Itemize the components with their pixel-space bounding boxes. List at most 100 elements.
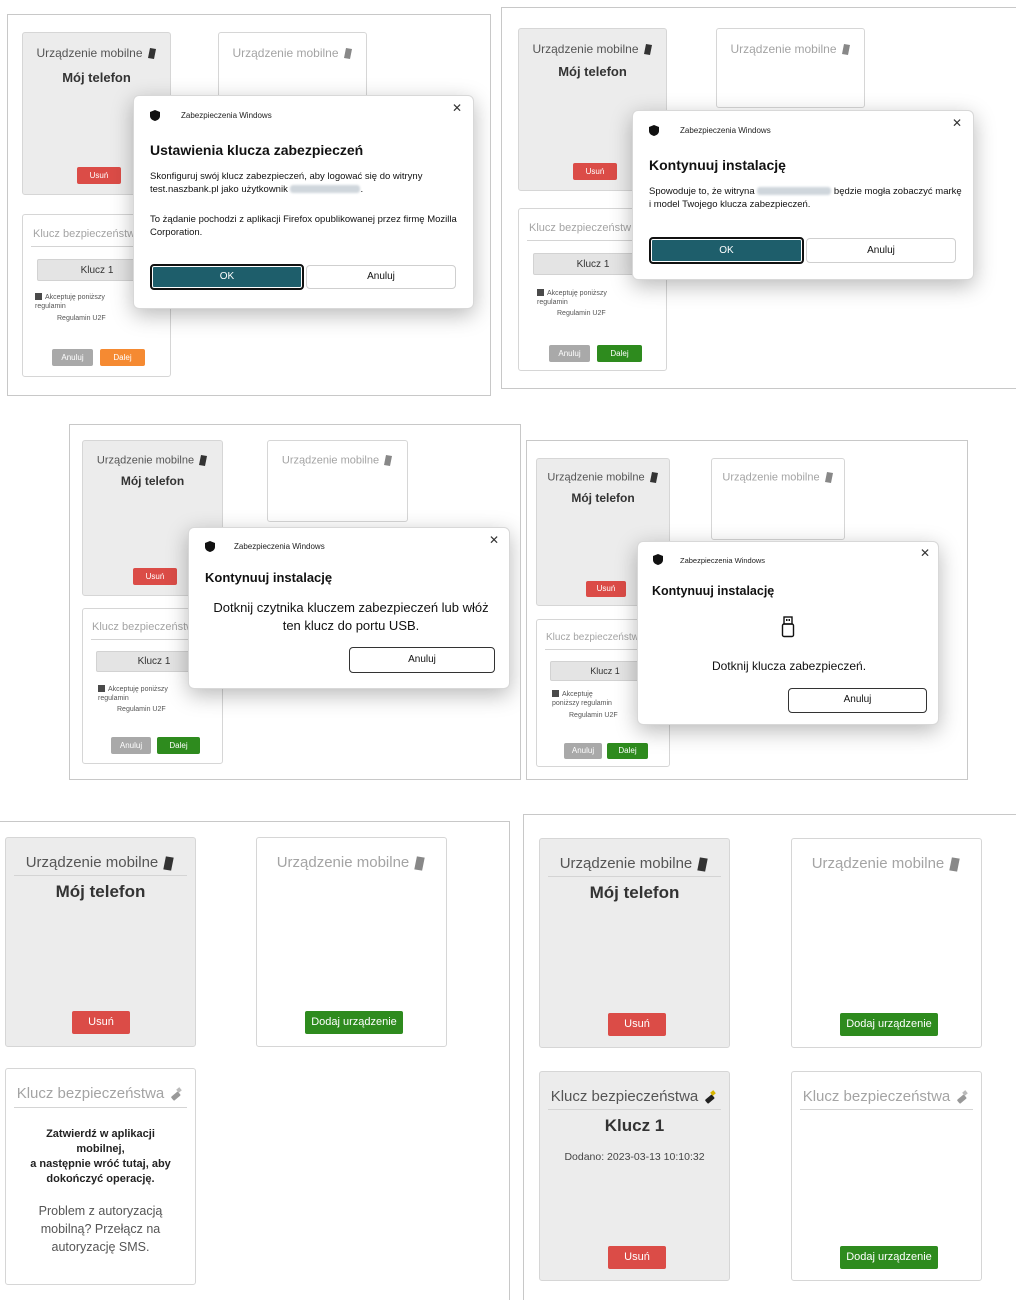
- card-title: Urządzenie mobilne: [559, 855, 693, 872]
- windows-security-dialog: Zabezpieczenia Windows ✕ Kontynuuj insta…: [637, 541, 939, 725]
- checkbox-icon[interactable]: [552, 690, 559, 697]
- close-icon[interactable]: ✕: [452, 101, 462, 115]
- card-title: Urządzenie mobilne: [547, 471, 645, 484]
- phone-icon: [147, 48, 156, 60]
- accept-terms-checkbox[interactable]: Akceptuję poniższy regulamin: [98, 685, 168, 703]
- cancel-button[interactable]: Anuluj: [306, 265, 456, 289]
- device-name: Mój telefon: [55, 882, 146, 901]
- device-name: Mój telefon: [120, 474, 185, 488]
- mobile-device-card: Urządzenie mobilne Mój telefon Usuń: [539, 838, 730, 1048]
- phone-icon: [384, 455, 393, 466]
- cancel-button[interactable]: Anuluj: [549, 345, 590, 362]
- shield-icon: [150, 110, 160, 121]
- added-date: Dodano: 2023-03-13 10:10:32: [564, 1151, 705, 1163]
- switch-to-sms-link[interactable]: Problem z autoryzacją mobilną? Przełącz …: [6, 1202, 195, 1256]
- usb-key-icon: [171, 1087, 183, 1101]
- cancel-button[interactable]: Anuluj: [564, 743, 602, 759]
- phone-icon: [649, 472, 658, 483]
- security-key-card: Klucz bezpieczeństwa Klucz 1 Dodano: 202…: [539, 1071, 730, 1281]
- card-title: Urządzenie mobilne: [722, 471, 820, 484]
- add-device-button[interactable]: Dodaj urządzenie: [305, 1011, 403, 1034]
- terms-link[interactable]: Regulamin U2F: [569, 712, 618, 719]
- remove-button[interactable]: Usuń: [133, 568, 177, 585]
- shield-icon: [649, 125, 659, 136]
- next-button[interactable]: Dalej: [607, 743, 648, 759]
- usb-key-icon: [957, 1090, 969, 1104]
- screenshot-panel-5: Urządzenie mobilne Mój telefon Usuń Urzą…: [0, 821, 510, 1300]
- close-icon[interactable]: ✕: [952, 116, 962, 130]
- dialog-text-2: To żądanie pochodzi z aplikacji Firefox …: [150, 214, 457, 238]
- next-button[interactable]: Dalej: [157, 737, 200, 754]
- windows-security-dialog: Zabezpieczenia Windows ✕ Kontynuuj insta…: [632, 110, 974, 280]
- card-title: Urządzenie mobilne: [96, 454, 195, 467]
- remove-button[interactable]: Usuń: [573, 163, 617, 180]
- device-name: Mój telefon: [62, 70, 131, 85]
- terms-link[interactable]: Regulamin U2F: [557, 310, 606, 317]
- phone-icon: [199, 455, 208, 466]
- remove-button[interactable]: Usuń: [608, 1246, 666, 1269]
- dialog-app-name: Zabezpieczenia Windows: [234, 542, 325, 551]
- key-name: Klucz 1: [604, 1116, 665, 1135]
- phone-icon: [163, 855, 174, 871]
- card-title: Urządzenie mobilne: [730, 42, 837, 56]
- shield-icon: [205, 541, 215, 552]
- remove-button[interactable]: Usuń: [77, 167, 121, 184]
- mobile-device-card-empty: Urządzenie mobilne: [716, 28, 865, 108]
- phone-icon: [949, 856, 960, 872]
- ok-button[interactable]: OK: [150, 264, 304, 290]
- mobile-device-card-empty: Urządzenie mobilne Dodaj urządzenie: [791, 838, 982, 1048]
- card-title: Urządzenie mobilne: [36, 46, 143, 60]
- cancel-button[interactable]: Anuluj: [788, 688, 927, 713]
- device-name: Mój telefon: [571, 491, 635, 505]
- accept-terms-checkbox[interactable]: Akceptuję poniższy regulamin: [552, 690, 618, 708]
- add-device-button[interactable]: Dodaj urządzenie: [840, 1246, 938, 1269]
- card-title: Klucz bezpieczeństwa: [802, 1088, 951, 1105]
- close-icon[interactable]: ✕: [920, 546, 930, 560]
- phone-icon: [841, 44, 850, 56]
- security-key-card: Klucz bezpieczeństwa Zatwierdź w aplikac…: [5, 1068, 196, 1285]
- screenshot-panel-4: Urządzenie mobilne Mój telefon Usuń Urzą…: [526, 440, 968, 780]
- cancel-button[interactable]: Anuluj: [111, 737, 151, 754]
- card-title: Urządzenie mobilne: [276, 854, 410, 871]
- device-name: Mój telefon: [589, 883, 680, 902]
- dialog-title: Kontynuuj instalację: [205, 570, 333, 585]
- dialog-app-name: Zabezpieczenia Windows: [680, 556, 766, 565]
- cancel-button[interactable]: Anuluj: [806, 238, 956, 263]
- remove-button[interactable]: Usuń: [608, 1013, 666, 1036]
- screenshot-panel-6: Urządzenie mobilne Mój telefon Usuń Urzą…: [523, 814, 1016, 1300]
- remove-button[interactable]: Usuń: [72, 1011, 130, 1034]
- dialog-title: Kontynuuj instalację: [652, 584, 775, 598]
- phone-icon: [697, 856, 708, 872]
- remove-button[interactable]: Usuń: [586, 581, 626, 597]
- checkbox-icon[interactable]: [537, 289, 544, 296]
- dialog-app-name: Zabezpieczenia Windows: [181, 111, 272, 120]
- next-button[interactable]: Dalej: [597, 345, 642, 362]
- shield-icon: [653, 554, 663, 565]
- close-icon[interactable]: ✕: [489, 533, 499, 547]
- accept-terms-checkbox[interactable]: Akceptuję poniższy regulamin: [35, 293, 105, 311]
- ok-button[interactable]: OK: [649, 237, 804, 264]
- phone-icon: [643, 44, 652, 56]
- redacted-site: [757, 187, 832, 196]
- screenshot-panel-3: Urządzenie mobilne Mój telefon Usuń Urzą…: [69, 424, 521, 780]
- terms-link[interactable]: Regulamin U2F: [57, 315, 106, 322]
- windows-security-dialog: Zabezpieczenia Windows ✕ Ustawienia kluc…: [133, 95, 474, 309]
- terms-link[interactable]: Regulamin U2F: [117, 706, 166, 713]
- dialog-app-name: Zabezpieczenia Windows: [680, 126, 771, 135]
- phone-icon: [414, 855, 425, 871]
- checkbox-icon[interactable]: [98, 685, 105, 692]
- dialog-text: Dotknij klucza zabezpieczeń.: [711, 659, 867, 673]
- accept-terms-checkbox[interactable]: Akceptuję poniższy regulamin: [537, 289, 607, 307]
- add-device-button[interactable]: Dodaj urządzenie: [840, 1013, 938, 1036]
- card-title: Urządzenie mobilne: [25, 854, 159, 871]
- card-title: Urządzenie mobilne: [281, 454, 380, 467]
- cancel-button[interactable]: Anuluj: [349, 647, 495, 673]
- next-button[interactable]: Dalej: [100, 349, 145, 366]
- card-title: Klucz bezpieczeństwa: [16, 1085, 165, 1102]
- screenshot-panel-1: Urządzenie mobilne Mój telefon Usuń Urzą…: [7, 14, 491, 396]
- dialog-text-1: Skonfiguruj swój klucz zabezpieczeń, aby…: [150, 171, 423, 195]
- cancel-button[interactable]: Anuluj: [52, 349, 93, 366]
- confirm-instructions: Zatwierdź w aplikacji mobilnej, a następ…: [30, 1128, 171, 1185]
- usb-key-icon: [705, 1090, 717, 1104]
- checkbox-icon[interactable]: [35, 293, 42, 300]
